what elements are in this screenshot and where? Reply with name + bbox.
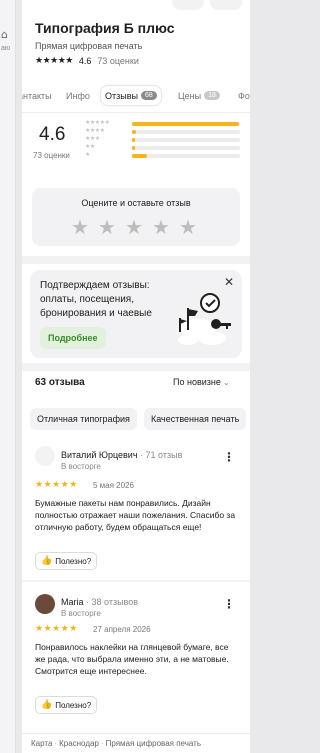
tab-prices[interactable]: Цены 18 — [178, 85, 220, 106]
review-stars: ★★★★★ — [35, 480, 78, 490]
place-rating-row[interactable]: ★★★★★ 4.6 73 оценки — [35, 56, 139, 66]
helpful-label: Полезно? — [55, 700, 92, 710]
review-tag-chip[interactable]: Отличная типография — [30, 408, 137, 430]
left-rail: ⌂ аю — [0, 0, 16, 753]
sort-label: По новизне — [173, 377, 221, 387]
review-date: 5 мая 2026 — [93, 481, 134, 490]
histogram-stars: ★ — [85, 151, 90, 158]
rate-star-4[interactable]: ★ — [152, 215, 170, 239]
histogram-fill — [132, 130, 137, 134]
histogram-track — [132, 154, 240, 158]
footer-link-city[interactable]: Краснодар — [59, 739, 99, 748]
rate-box-title: Оцените и оставьте отзыв — [81, 198, 191, 208]
review-author-level: В восторге — [61, 462, 101, 471]
promo-illustration — [178, 293, 231, 345]
histogram-track — [132, 130, 240, 134]
histogram-track — [132, 138, 240, 142]
rate-star-3[interactable]: ★ — [125, 215, 143, 239]
footer-link-category[interactable]: Прямая цифровая печать — [106, 739, 201, 748]
review-divider — [22, 580, 250, 582]
section-separator — [22, 363, 250, 371]
review-text: Бумажные пакеты нам понравились. Дизайн … — [35, 498, 236, 532]
histogram-stars: ★★★★★ — [85, 119, 110, 126]
review-author-level: В восторге — [61, 609, 101, 618]
sort-select[interactable]: По новизне ⌄ — [173, 377, 230, 387]
histogram-row: ★ — [85, 151, 245, 160]
rate-star-2[interactable]: ★ — [98, 215, 116, 239]
chevron-down-icon: ⌄ — [222, 378, 230, 387]
histogram-stars: ★★★ — [85, 135, 100, 142]
tab-prices-badge: 18 — [204, 91, 220, 100]
histogram-fill — [132, 138, 136, 142]
histogram-fill — [132, 146, 136, 150]
tab-photos[interactable]: Фо — [238, 85, 250, 106]
review-date: 27 апреля 2026 — [93, 625, 151, 634]
review-tag-chip[interactable]: Качественная печать — [144, 408, 247, 430]
tab-prices-label: Цены — [178, 90, 202, 101]
thumb-up-icon: 👍 — [41, 556, 53, 566]
section-separator — [22, 256, 250, 264]
summary-count: 73 оценки — [33, 151, 70, 160]
review-author-count: 38 отзывов — [91, 597, 139, 607]
histogram-row: ★★ — [85, 143, 245, 152]
left-rail-label: аю — [1, 45, 11, 52]
histogram-fill — [132, 154, 148, 158]
avatar[interactable] — [35, 446, 55, 466]
tab-reviews[interactable]: Отзывы 68 — [100, 85, 162, 106]
tab-info[interactable]: Инфо — [66, 85, 90, 106]
rating-value: 4.6 — [78, 56, 92, 66]
rating-stars: ★★★★★ — [35, 56, 73, 66]
histogram-row: ★★★ — [85, 135, 245, 144]
histogram-stars: ★★ — [85, 143, 95, 150]
more-options-icon[interactable]: ⋮ — [223, 450, 235, 464]
place-category[interactable]: Прямая цифровая печать — [35, 41, 142, 51]
tabs-bar: антакты Инфо Отзывы 68 Цены 18 Фо — [22, 82, 250, 108]
place-title: Типография Б плюс — [35, 20, 175, 36]
right-rail — [250, 0, 256, 753]
review-author[interactable]: Мaria · 38 отзывов — [61, 597, 138, 607]
reviews-count-title: 63 отзыва — [35, 377, 85, 388]
more-options-icon[interactable]: ⋮ — [223, 597, 235, 611]
histogram-stars: ★★★★ — [85, 127, 105, 134]
helpful-label: Полезно? — [55, 556, 92, 566]
review-author[interactable]: Виталий Юрцевич · 71 отзыв — [61, 450, 182, 460]
rating-count: 73 оценки — [97, 56, 139, 66]
top-action-button-2[interactable] — [210, 0, 242, 10]
histogram-track — [132, 122, 240, 126]
tab-reviews-badge: 68 — [140, 91, 157, 100]
tabs-divider — [22, 112, 250, 113]
tab-contacts[interactable]: антакты — [22, 85, 52, 106]
promo-more-button[interactable]: Подробнее — [40, 327, 106, 349]
review-text: Понравилось наклейки на глянцевой бумаге… — [35, 642, 229, 676]
footer-breadcrumb: Карта · Краснодар · Прямая цифровая печать — [22, 733, 250, 753]
summary-rating: 4.6 — [39, 124, 66, 145]
top-action-button-1[interactable] — [172, 0, 204, 10]
close-icon[interactable]: ✕ — [224, 275, 234, 289]
review-author-count: 71 отзыв — [145, 450, 183, 460]
verified-reviews-promo: Подтверждаем отзывы: оплаты, посещения, … — [30, 270, 242, 358]
promo-text: Подтверждаем отзывы: оплаты, посещения, … — [40, 280, 152, 319]
histogram-row: ★★★★ — [85, 127, 245, 136]
tab-reviews-label: Отзывы — [105, 90, 138, 101]
review-stars: ★★★★★ — [35, 624, 78, 634]
histogram-row: ★★★★★ — [85, 119, 245, 128]
avatar[interactable] — [35, 594, 55, 614]
footer-link-map[interactable]: Карта — [31, 739, 52, 748]
rate-star-1[interactable]: ★ — [71, 215, 89, 239]
rate-star-5[interactable]: ★ — [179, 215, 197, 239]
home-icon[interactable]: ⌂ — [1, 28, 8, 41]
place-panel: Типография Б плюс Прямая цифровая печать… — [22, 0, 250, 753]
histogram-fill — [132, 122, 239, 126]
helpful-button[interactable]: 👍 Полезно? — [35, 696, 98, 714]
histogram-track — [132, 146, 240, 150]
helpful-button[interactable]: 👍 Полезно? — [35, 552, 98, 570]
rate-box: Оцените и оставьте отзыв ★ ★ ★ ★ ★ — [32, 188, 240, 246]
thumb-up-icon: 👍 — [41, 700, 53, 710]
